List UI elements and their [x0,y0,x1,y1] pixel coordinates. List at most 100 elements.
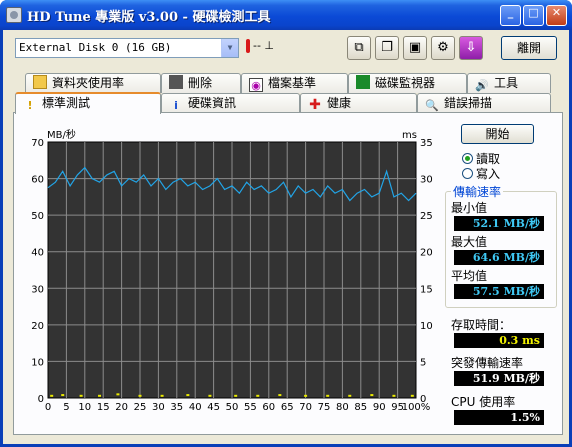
tab-label: 健康 [327,96,352,110]
avg-value: 57.5 MB/秒 [454,284,544,299]
access-time-point [234,394,238,397]
x-tick-label: 30 [152,402,165,413]
tab-erase[interactable]: 刪除 [161,73,241,93]
access-time-point [326,394,330,397]
chevron-down-icon[interactable]: ▼ [221,39,238,57]
write-radio-dot[interactable] [462,168,473,179]
access-time-point [370,394,374,397]
x-tick-label: 90 [373,402,386,413]
cpu-usage-label: CPU 使用率 [451,395,516,409]
disk-select[interactable]: External Disk 0 (16 GB) ▼ [15,38,239,58]
disk-monitor-icon [356,75,370,89]
download-button[interactable]: ⇩ [459,36,483,60]
avg-label: 平均值 [451,269,488,283]
disk-select-value: External Disk 0 (16 GB) [19,41,172,54]
y2-tick-label: 15 [420,284,433,295]
title-bar[interactable]: HD Tune 專業版 v3.00 - 硬碟檢測工具 _ □ ✕ [0,0,572,30]
y-tick-label: 20 [31,321,44,332]
app-window: HD Tune 專業版 v3.00 - 硬碟檢測工具 _ □ ✕ Externa… [0,0,572,447]
save-button[interactable]: ▣ [403,36,427,60]
access-time-point [61,394,65,397]
access-time-point [160,394,164,397]
max-label: 最大值 [451,235,488,249]
close-button[interactable]: ✕ [546,5,567,26]
x-tick-label: 35 [170,402,183,413]
tab-tools[interactable]: 🔊 工具 [467,73,551,93]
y-tick-label: 0 [38,394,44,405]
client-area: External Disk 0 (16 GB) ▼ -- ⊥ ⧉ ❐ ▣ ⚙ ⇩… [3,30,569,444]
y-tick-label: 60 [31,175,44,186]
x-tick-label: 80 [336,402,349,413]
maximize-button[interactable]: □ [523,5,544,26]
access-time-point [186,394,190,397]
tab-benchmark[interactable]: ! 標準測試 [15,92,161,114]
access-time-label: 存取時間： [451,318,512,332]
trash-icon [169,75,183,89]
x-tick-label: 45 [207,402,220,413]
tab-health[interactable]: ✚ 健康 [300,93,417,113]
download-icon: ⇩ [465,40,477,55]
x-tick-label: 75 [318,402,331,413]
minimize-button[interactable]: _ [500,5,521,26]
health-cross-icon: ✚ [309,97,321,113]
y-tick-label: 70 [31,138,44,149]
transfer-rate-title: 傳輸速率 [451,183,504,200]
tab-label: 磁碟監視器 [375,76,436,90]
x-tick-label: 70 [299,402,312,413]
benchmark-panel: MB/秒 ms 0 5 10 15 20 25 30 35 40 45 50 55 60 65 70 75 80… [13,112,563,435]
x-tick-label: 40 [189,402,202,413]
app-icon [6,7,22,23]
tab-file-benchmark[interactable]: ◉ 檔案基準 [241,73,348,93]
x-tick-label: 25 [134,402,147,413]
x-tick-label: 55 [244,402,257,413]
tab-label: 標準測試 [42,96,91,110]
chart-ylabel: MB/秒 [47,128,76,141]
y2-tick-label: 5 [420,357,426,368]
tab-label: 刪除 [188,76,213,90]
access-time-point [98,394,102,397]
info-icon: i [174,99,178,112]
copy-info-button[interactable]: ⧉ [347,36,371,60]
speaker-icon: 🔊 [475,79,489,92]
tab-disk-monitor[interactable]: 磁碟監視器 [348,73,467,93]
write-radio[interactable]: 寫入 [462,165,500,182]
tab-label: 硬碟資訊 [188,96,237,110]
chart-y2label: ms [402,130,417,141]
tab-label: 錯誤掃描 [444,96,493,110]
y2-tick-label: 25 [420,211,433,222]
copy-screenshot-icon: ❐ [381,40,393,55]
access-time-point [278,394,282,397]
tab-label: 工具 [494,76,519,90]
options-icon: ⚙ [437,40,449,55]
x-tick-label: 65 [281,402,294,413]
y-tick-label: 30 [31,284,44,295]
x-tick-label: 60 [262,402,275,413]
x-tick-label: 85 [354,402,367,413]
min-label: 最小值 [451,201,488,215]
tab-folder-usage[interactable]: 資料夾使用率 [25,73,161,93]
x-tick-label: 20 [115,402,128,413]
read-radio-label: 讀取 [476,152,501,166]
copy-info-icon: ⧉ [354,40,364,55]
y-tick-label: 40 [31,248,44,259]
cpu-usage-value: 1.5% [454,410,544,425]
access-time-point [79,394,83,397]
tab-error-scan[interactable]: 🔍 錯誤掃描 [417,93,551,113]
access-time-point [410,394,414,397]
tab-disk-info[interactable]: i 硬碟資訊 [161,93,300,113]
burst-rate-label: 突發傳輸速率 [451,356,524,370]
start-button[interactable]: 開始 [461,124,534,144]
y-tick-label: 10 [31,357,44,368]
window-title: HD Tune 專業版 v3.00 - 硬碟檢測工具 [27,10,271,25]
benchmark-icon: ! [27,99,33,112]
y2-tick-label: 0 [420,394,426,405]
access-time-point [50,394,54,397]
copy-screenshot-button[interactable]: ❐ [375,36,399,60]
read-radio-dot[interactable] [462,153,473,164]
options-button[interactable]: ⚙ [431,36,455,60]
y2-tick-label: 20 [420,248,433,259]
x-tick-label: 5 [63,402,69,413]
access-time-point [208,394,212,397]
exit-button[interactable]: 離開 [501,36,557,60]
access-time-point [304,394,308,397]
